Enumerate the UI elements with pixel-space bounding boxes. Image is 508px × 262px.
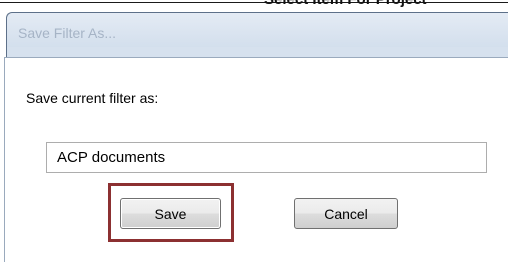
cancel-button[interactable]: Cancel [294,198,398,229]
save-button[interactable]: Save [120,198,221,229]
screen: Select Item For Project Save Filter As..… [0,0,508,262]
dialog-title: Save Filter As... [18,25,117,41]
filter-name-label: Save current filter as: [26,90,159,106]
background-divider [0,2,508,3]
filter-name-input[interactable] [46,142,487,173]
background-page-heading: Select Item For Project [264,0,427,8]
